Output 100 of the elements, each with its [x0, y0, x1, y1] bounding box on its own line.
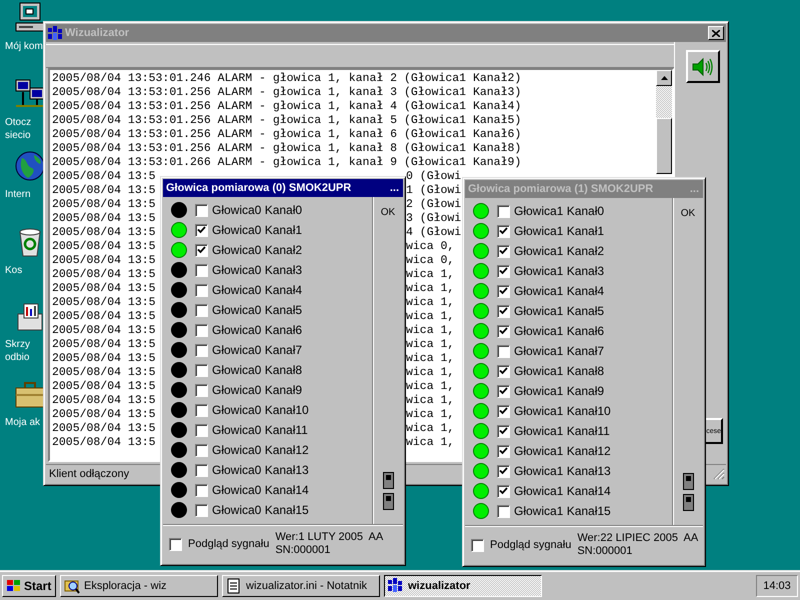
- ok-label[interactable]: OK: [680, 208, 696, 219]
- channel-label[interactable]: Głowica1 Kanał8: [514, 364, 604, 378]
- clock[interactable]: 14:03: [756, 574, 798, 596]
- checkbox[interactable]: [497, 424, 510, 438]
- channel-label[interactable]: Głowica0 Kanał9: [212, 383, 302, 397]
- channel-label[interactable]: Głowica0 Kanał2: [212, 243, 302, 257]
- channel-label[interactable]: Głowica0 Kanał5: [212, 303, 302, 317]
- checkbox[interactable]: [471, 538, 484, 552]
- checkbox[interactable]: [195, 404, 208, 416]
- icon-label[interactable]: siecio: [5, 129, 31, 142]
- checkbox[interactable]: [497, 244, 510, 258]
- checkbox[interactable]: [195, 304, 208, 316]
- computer-icon[interactable]: [14, 2, 46, 34]
- scroll-thumb[interactable]: [656, 118, 672, 174]
- checkbox[interactable]: [497, 284, 510, 298]
- icon-label[interactable]: Moja ak: [5, 416, 40, 429]
- resize-grip-icon[interactable]: [713, 468, 725, 480]
- channel-label[interactable]: Głowica1 Kanał15: [514, 504, 611, 518]
- checkbox[interactable]: [195, 224, 208, 236]
- channel-label[interactable]: Głowica1 Kanał11: [514, 424, 610, 438]
- checkbox[interactable]: [497, 344, 510, 358]
- channel-label[interactable]: Głowica1 Kanał5: [514, 304, 604, 318]
- log-text: 2005/08/04 13:5: [52, 422, 156, 436]
- scroll-up-button[interactable]: [656, 70, 672, 86]
- icon-label[interactable]: Otocz: [5, 116, 32, 129]
- channel-label[interactable]: Głowica0 Kanał0: [212, 203, 302, 217]
- channel-label[interactable]: Głowica1 Kanał1: [514, 224, 604, 238]
- checkbox[interactable]: [497, 384, 510, 398]
- channel-label[interactable]: Głowica1 Kanał7: [514, 344, 604, 358]
- checkbox[interactable]: [195, 324, 208, 336]
- checkbox[interactable]: [195, 204, 208, 216]
- ok-label[interactable]: OK: [380, 207, 396, 218]
- log-text: 2005/08/04 13:5: [52, 352, 156, 366]
- channel-label[interactable]: Głowica0 Kanał1: [212, 223, 302, 237]
- icon-label[interactable]: Intern: [5, 188, 31, 201]
- channel-label[interactable]: Głowica0 Kanał8: [212, 363, 302, 377]
- checkbox[interactable]: [195, 444, 208, 456]
- channel-label[interactable]: Głowica0 Kanał6: [212, 323, 302, 337]
- channel-label[interactable]: Głowica1 Kanał6: [514, 324, 604, 338]
- log-text: wica 1,: [406, 338, 454, 352]
- toggle-icon[interactable]: [682, 494, 694, 511]
- icon-label[interactable]: Mój kom: [5, 40, 43, 53]
- checkbox[interactable]: [169, 538, 182, 550]
- channel-label[interactable]: Głowica0 Kanał7: [212, 343, 302, 357]
- scrollbar[interactable]: [656, 70, 672, 174]
- channel-label[interactable]: Głowica1 Kanał0: [514, 204, 604, 218]
- close-button[interactable]: [708, 26, 724, 40]
- channel-label[interactable]: Głowica1 Kanał13: [514, 464, 611, 478]
- channel-label[interactable]: Głowica1 Kanał9: [514, 384, 604, 398]
- channel-label[interactable]: Głowica0 Kanał4: [212, 283, 302, 297]
- icon-label[interactable]: Skrzy: [5, 338, 30, 351]
- checkbox[interactable]: [195, 384, 208, 396]
- checkbox[interactable]: [497, 404, 510, 418]
- taskbar-button[interactable]: wizualizator.ini - Notatnik: [222, 574, 380, 596]
- checkbox[interactable]: [195, 464, 208, 476]
- globe-icon[interactable]: [14, 150, 46, 182]
- channel-label[interactable]: Głowica0 Kanał3: [212, 263, 302, 277]
- toggle-icon[interactable]: [382, 472, 394, 489]
- channel-label[interactable]: Głowica1 Kanał3: [514, 264, 604, 278]
- checkbox[interactable]: [497, 484, 510, 498]
- icon-label[interactable]: odbio: [5, 351, 30, 364]
- channel-label[interactable]: Głowica0 Kanał15: [212, 503, 309, 517]
- checkbox[interactable]: [195, 344, 208, 356]
- channel-label[interactable]: Głowica1 Kanał12: [514, 444, 611, 458]
- checkbox[interactable]: [195, 364, 208, 376]
- log-text: 2005/08/04 13:5: [52, 380, 156, 394]
- toggle-icon[interactable]: [382, 493, 394, 510]
- checkbox[interactable]: [497, 324, 510, 338]
- checkbox[interactable]: [195, 424, 208, 436]
- checkbox[interactable]: [195, 264, 208, 276]
- taskbar-button[interactable]: Eksploracja - wiz: [60, 574, 218, 596]
- checkbox[interactable]: [497, 264, 510, 278]
- checkbox[interactable]: [497, 504, 510, 518]
- start-button[interactable]: Start: [2, 574, 56, 596]
- channel-label[interactable]: Głowica1 Kanał2: [514, 244, 604, 258]
- channel-label[interactable]: Głowica0 Kanał11: [212, 423, 308, 437]
- channel-label[interactable]: Głowica1 Kanał10: [514, 404, 611, 418]
- checkbox[interactable]: [195, 284, 208, 296]
- toggle-icon[interactable]: [682, 473, 694, 490]
- checkbox[interactable]: [195, 484, 208, 496]
- checkbox[interactable]: [497, 364, 510, 378]
- sound-button[interactable]: [686, 50, 720, 83]
- channel-label[interactable]: Głowica1 Kanał4: [514, 284, 604, 298]
- channel-label[interactable]: Głowica0 Kanał14: [212, 483, 309, 497]
- icon-label[interactable]: Kos: [5, 264, 22, 277]
- checkbox[interactable]: [497, 224, 510, 238]
- channel-label[interactable]: Głowica0 Kanał13: [212, 463, 309, 477]
- checkbox[interactable]: [195, 244, 208, 256]
- channel-label[interactable]: Głowica1 Kanał14: [514, 484, 611, 498]
- checkbox[interactable]: [497, 204, 510, 218]
- check-icon: [499, 307, 508, 315]
- checkbox[interactable]: [497, 464, 510, 478]
- checkbox-label[interactable]: Podgląd sygnału: [490, 539, 572, 551]
- checkbox[interactable]: [497, 304, 510, 318]
- checkbox-label[interactable]: Podgląd sygnału: [188, 538, 270, 550]
- taskbar-button[interactable]: wizualizator: [384, 574, 542, 596]
- channel-label[interactable]: Głowica0 Kanał12: [212, 443, 309, 457]
- channel-label[interactable]: Głowica0 Kanał10: [212, 403, 309, 417]
- checkbox[interactable]: [195, 504, 208, 516]
- checkbox[interactable]: [497, 444, 510, 458]
